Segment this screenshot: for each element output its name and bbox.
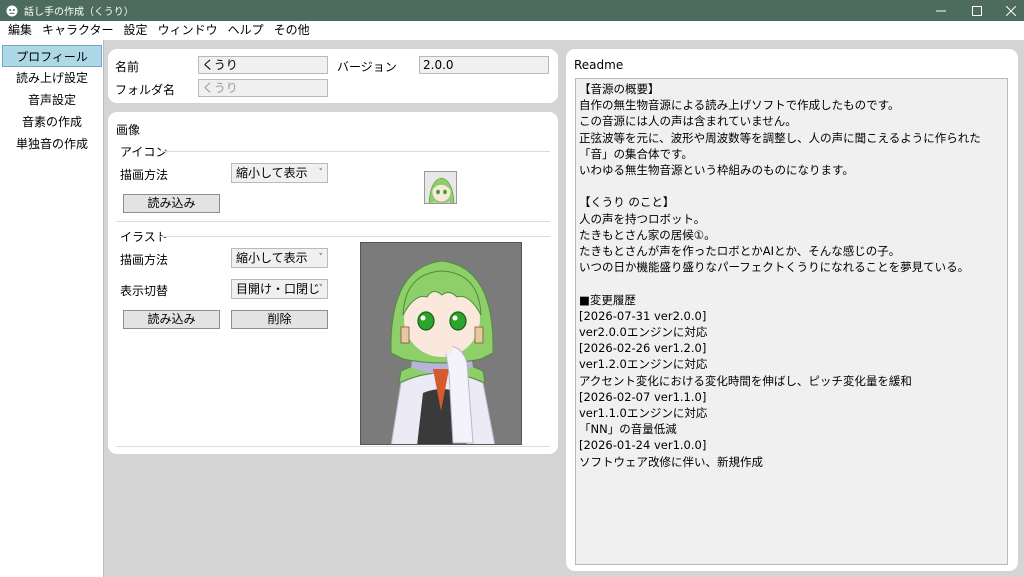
maximize-icon <box>972 5 982 16</box>
sidebar-item-voice-settings[interactable]: 音声設定 <box>2 89 102 111</box>
menu-window[interactable]: ウィンドウ <box>153 21 223 40</box>
icon-render-value: 縮小して表示 <box>236 166 308 180</box>
icon-bottom-divider <box>116 221 550 222</box>
chevron-down-icon: ˅ <box>318 168 324 178</box>
menu-settings[interactable]: 設定 <box>119 21 153 40</box>
close-icon <box>1006 5 1016 16</box>
menu-bar: 編集 キャラクター 設定 ウィンドウ ヘルプ その他 <box>0 21 1024 40</box>
app-icon <box>6 5 18 16</box>
icon-load-button[interactable]: 読み込み <box>123 194 220 213</box>
name-field[interactable]: くうり <box>198 56 328 74</box>
chevron-down-icon: ˅ <box>318 284 324 294</box>
sidebar-item-profile[interactable]: プロフィール <box>2 45 102 67</box>
sidebar-item-single-sound-creation[interactable]: 単独音の作成 <box>2 133 102 155</box>
folder-label: フォルダ名 <box>115 83 176 97</box>
minimize-button[interactable] <box>924 0 958 21</box>
sidebar-item-phoneme-creation[interactable]: 音素の作成 <box>2 111 102 133</box>
folder-field[interactable]: くうり <box>198 79 328 97</box>
name-label: 名前 <box>115 60 140 74</box>
illust-render-label: 描画方法 <box>120 253 169 267</box>
menu-other[interactable]: その他 <box>269 21 315 40</box>
character-illustration-image <box>361 243 521 444</box>
icon-section-title: アイコン <box>120 145 168 159</box>
readme-title: Readme <box>574 58 624 72</box>
menu-edit[interactable]: 編集 <box>3 21 37 40</box>
version-label: バージョン <box>337 60 397 74</box>
illust-bottom-divider <box>116 446 550 447</box>
icon-render-label: 描画方法 <box>120 168 169 182</box>
illust-divider <box>160 236 550 237</box>
image-section-title: 画像 <box>116 123 141 137</box>
menu-help[interactable]: ヘルプ <box>223 21 269 40</box>
illust-render-select[interactable]: 縮小して表示 ˅ <box>231 248 328 268</box>
illust-delete-button[interactable]: 削除 <box>231 310 328 329</box>
illust-load-button[interactable]: 読み込み <box>123 310 220 329</box>
character-illustration-preview <box>360 242 522 445</box>
sidebar-item-reading-settings[interactable]: 読み上げ設定 <box>2 67 102 89</box>
character-icon-preview <box>424 171 457 204</box>
illust-switch-select[interactable]: 目開け・口閉じ ˅ <box>231 279 328 299</box>
menu-character[interactable]: キャラクター <box>37 21 119 40</box>
icon-render-select[interactable]: 縮小して表示 ˅ <box>231 163 328 183</box>
illust-switch-value: 目開け・口閉じ <box>236 282 321 296</box>
chevron-down-icon: ˅ <box>318 253 324 263</box>
close-button[interactable] <box>994 0 1024 21</box>
window-title: 話し手の作成（くうり） <box>24 7 134 18</box>
version-field[interactable]: 2.0.0 <box>419 56 549 74</box>
maximize-button[interactable] <box>960 0 994 21</box>
character-icon-image <box>425 172 456 203</box>
sidebar: プロフィール 読み上げ設定 音声設定 音素の作成 単独音の作成 <box>0 40 104 577</box>
illust-render-value: 縮小して表示 <box>236 251 308 265</box>
title-bar: 話し手の作成（くうり） <box>0 0 1024 21</box>
readme-textbox[interactable]: 【音源の概要】 自作の無生物音源による読み上げソフトで作成したものです。 この音… <box>575 78 1008 565</box>
icon-divider <box>162 151 550 152</box>
illust-switch-label: 表示切替 <box>120 284 169 298</box>
minimize-icon <box>936 10 946 11</box>
